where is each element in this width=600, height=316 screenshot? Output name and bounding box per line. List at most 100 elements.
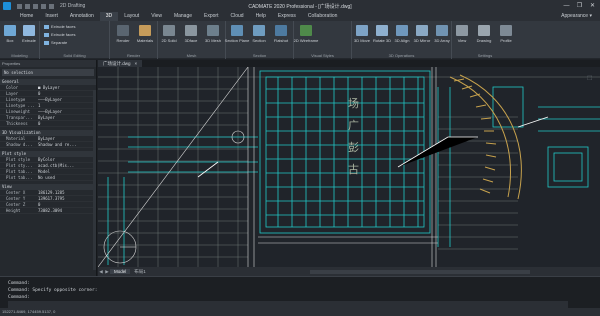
cad-viewport[interactable]: 场 广 彭 古 ⬚ [97,66,600,268]
drawing-area: 广场设计.dwg × 场 广 彭 古 ⬚ ◀ ▶ Model 布局1 [97,60,600,276]
open-icon[interactable] [25,3,30,9]
command-prompt: Command: [8,295,30,300]
ribbon-group-section: Section Plane Section Flatshot Section [225,21,294,59]
render-button[interactable]: Render [113,21,133,43]
section-general: General Color ■ ByLayer Layer 0 Linetype ——… [0,79,96,127]
command-input[interactable] [8,301,568,308]
view-settings-button[interactable]: View [452,21,472,43]
menu-collaboration[interactable]: Collaboration [302,12,343,21]
3d-align-button[interactable]: 3D Align [392,21,412,43]
extrude-icon [23,25,35,36]
workspace-selector[interactable]: 2D Drafting [60,3,85,9]
ribbon-group-mesh: 2D Solid 3Dface 3D Mesh Mesh [158,21,226,59]
close-tab-icon[interactable]: × [135,61,138,66]
2d-solid-icon [163,25,175,36]
section-button[interactable]: Section [249,21,269,43]
properties-scrollbar[interactable] [93,90,96,270]
document-tab[interactable]: 广场设计.dwg × [98,60,143,67]
ribbon-group-render: Render Materials Render [110,21,158,59]
redo-icon[interactable] [49,3,54,9]
window-title: CADMATE 2020 Professional - [广场设计.dwg] [248,3,352,10]
close-button[interactable]: ✕ [587,1,598,10]
coordinate-readout: 152271.8469, 174459.5137, 0 [2,309,56,314]
maximize-button[interactable]: ❐ [574,1,585,10]
menu-express[interactable]: Express [272,12,302,21]
property-row[interactable]: Height 73082.3094 [0,208,96,214]
extrude-faces-button[interactable]: Extrude faces [44,24,75,29]
menu-cloud[interactable]: Cloud [224,12,249,21]
3dface-button[interactable]: 3Dface [181,21,201,43]
drawing-settings-button[interactable]: Drawing [474,21,494,43]
menu-annotation[interactable]: Annotation [64,12,100,21]
tab-model[interactable]: Model [110,269,131,274]
horizontal-scrollbar[interactable] [310,269,530,274]
command-window: Command: Command: Specify opposite corne… [0,276,600,308]
property-row[interactable]: Thickness 0 [0,121,96,127]
separate-button[interactable]: Separate [44,40,67,45]
3d-mesh-button[interactable]: 3D Mesh [203,21,223,43]
ribbon: Box Extrude Modeling Extrude faces Extru… [0,21,600,59]
menu-insert[interactable]: Insert [39,12,64,21]
minimize-button[interactable]: — [561,1,572,10]
materials-button[interactable]: Materials [135,21,155,43]
selection-dropdown[interactable]: No selection [2,69,94,76]
app-logo-icon[interactable] [3,2,11,10]
group-label-3d-operations: 3D Operations [388,53,415,58]
window-controls: — ❐ ✕ [561,1,598,10]
undo-icon[interactable] [41,3,46,9]
command-history-line: Command: Specify opposite corner: [8,288,98,293]
group-label-solid-editing: Solid Editing [63,53,86,58]
group-label-section: Section [252,53,267,58]
menu-manage[interactable]: Manage [168,12,198,21]
3d-mesh-icon [207,25,219,36]
menu-home[interactable]: Home [14,12,39,21]
drawing-label-4: 古 [348,163,359,176]
quick-access-toolbar [17,3,54,9]
ribbon-group-modeling: Box Extrude Modeling [0,21,40,59]
section-plane-button[interactable]: Section Plane [225,21,249,43]
3d-move-icon [356,25,368,36]
extrude-faces-button-2[interactable]: Extrude faces [44,32,75,37]
menu-layout[interactable]: Layout [118,12,145,21]
drawing-label-3: 彭 [348,140,359,154]
property-row[interactable]: Shadow d... Shadow and re... [0,142,96,148]
title-bar: 2D Drafting CADMATE 2020 Professional - … [0,0,600,12]
profile-icon [500,25,512,36]
status-bar: 152271.8469, 174459.5137, 0 [0,308,600,316]
menu-help[interactable]: Help [250,12,272,21]
menu-3d[interactable]: 3D [99,12,119,21]
group-label-render: Render [126,53,141,58]
appearance-menu[interactable]: Appearance ▾ [561,12,592,21]
materials-icon [139,25,151,36]
tab-layout1[interactable]: 布局1 [130,269,150,275]
render-icon [117,25,129,36]
profile-button[interactable]: Profile [496,21,516,43]
structure-lines [97,66,438,268]
ribbon-group-solid-editing: Extrude faces Extrude faces Separate Sol… [40,21,110,59]
rotate-3d-button[interactable]: Rotate 3D [372,21,392,43]
3d-move-button[interactable]: 3D Move [352,21,372,43]
new-icon[interactable] [17,3,22,9]
menu-bar: Home Insert Annotation 3D Layout View Ma… [0,12,600,21]
menu-view[interactable]: View [145,12,168,21]
box-icon [4,25,16,36]
save-icon[interactable] [33,3,38,9]
menu-export[interactable]: Export [198,12,224,21]
3d-mirror-button[interactable]: 3D Mirror [412,21,432,43]
extrude-faces-icon [44,32,49,37]
view-cube-icon[interactable]: ⬚ [587,75,592,81]
3dface-icon [185,25,197,36]
group-label-mesh: Mesh [186,53,197,58]
box-button[interactable]: Box [0,21,20,43]
drawing-icon [478,25,490,36]
extrude-faces-icon [44,24,49,29]
property-row[interactable]: Plot tab... No used [0,175,96,181]
extrude-button[interactable]: Extrude [19,21,39,43]
group-label-modeling: Modeling [11,53,28,58]
drawing-label-2: 广 [348,119,359,132]
group-label-visual-styles: Visual Styles [311,53,334,58]
flatshot-button[interactable]: Flatshot [271,21,291,43]
2d-wireframe-button[interactable]: 2D Wireframe [294,21,318,43]
2d-solid-button[interactable]: 2D Solid [159,21,179,43]
3d-array-button[interactable]: 3D Array [432,21,452,43]
